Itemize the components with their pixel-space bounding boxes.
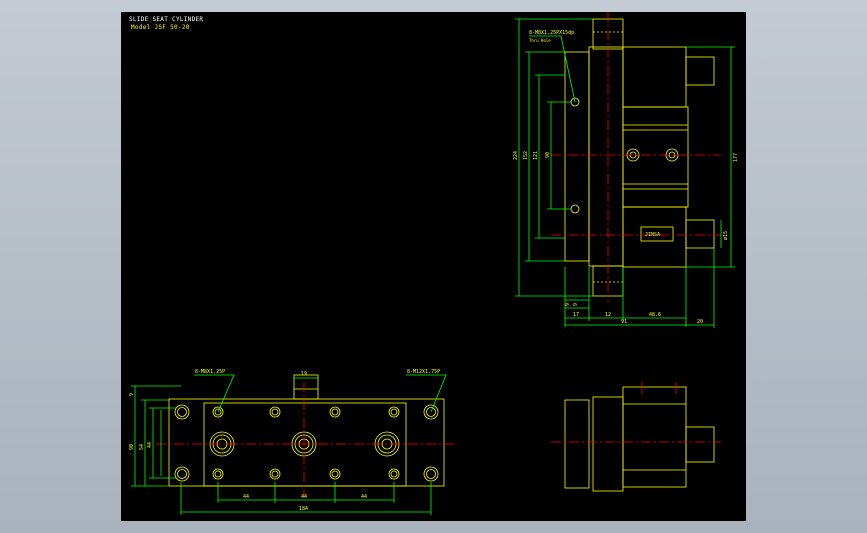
dim-small-2: 9 [573,303,579,306]
side-view [564,18,715,297]
mount-holes-outer [174,404,439,482]
end-plate [564,399,590,489]
dim-total-width: 184 [299,506,308,512]
dim-h-90: 90 [545,152,551,158]
dim-w-20: 20 [697,319,703,325]
side-dimensions [515,18,735,328]
front-callout-right: 8-M12X1.75P [407,369,440,375]
side-mount-plate [564,51,590,262]
dim-height-small: 9 [129,393,135,396]
tapped-holes [212,406,400,480]
dim-w-17: 17 [573,312,579,318]
callout-leader-right [406,374,447,413]
dim-h-152: 152 [523,151,529,160]
front-view [168,374,445,487]
dim-rod-dia: ø15 [723,231,729,240]
side-center-lines [551,12,721,302]
cad-viewport[interactable]: SLIDE SEAT CYLINDER Model JSF 50-20 8-M8… [121,12,746,521]
end-view [564,386,715,492]
side-callout-1: 8-M8X1.25PX15dp [529,30,574,36]
dim-height-inner: 44 [147,442,153,448]
dim-spacing-2: 44 [301,494,307,500]
dim-top-width: 19 [301,371,307,377]
side-body [588,46,624,267]
side-callout-2: Thru Hole [529,38,551,43]
callout-leader-side [529,35,576,103]
dim-h-total: 224 [513,151,519,160]
dim-h-121: 121 [533,151,539,160]
side-rod-lower [685,219,715,249]
side-cylinder-upper [622,46,687,108]
dim-w-48: 48.6 [649,312,661,318]
dim-small-1: 9 [565,303,571,306]
side-rod-upper [685,56,715,86]
dim-height-mid: 54 [139,444,145,450]
front-callout-left: 8-M8X1.25P [195,369,225,375]
nameplate-label: JINSA [645,232,660,238]
end-cylinder [622,386,687,488]
dim-spacing-1: 44 [243,494,249,500]
dim-w-12: 12 [605,312,611,318]
side-cylinder-tube [622,106,689,208]
dim-height-outer: 90 [129,444,135,450]
cad-drawing: 8-M8X1.25P 8-M12X1.75P 19 184 44 44 44 9… [129,12,739,515]
dim-spacing-3: 44 [361,494,367,500]
callout-leader-left [194,374,235,413]
front-top-boss [293,374,319,400]
dim-w-91: 91 [621,319,627,325]
dim-h-177: 177 [733,153,739,162]
end-rod [685,426,715,463]
end-body [592,396,624,492]
end-markers [641,382,677,394]
